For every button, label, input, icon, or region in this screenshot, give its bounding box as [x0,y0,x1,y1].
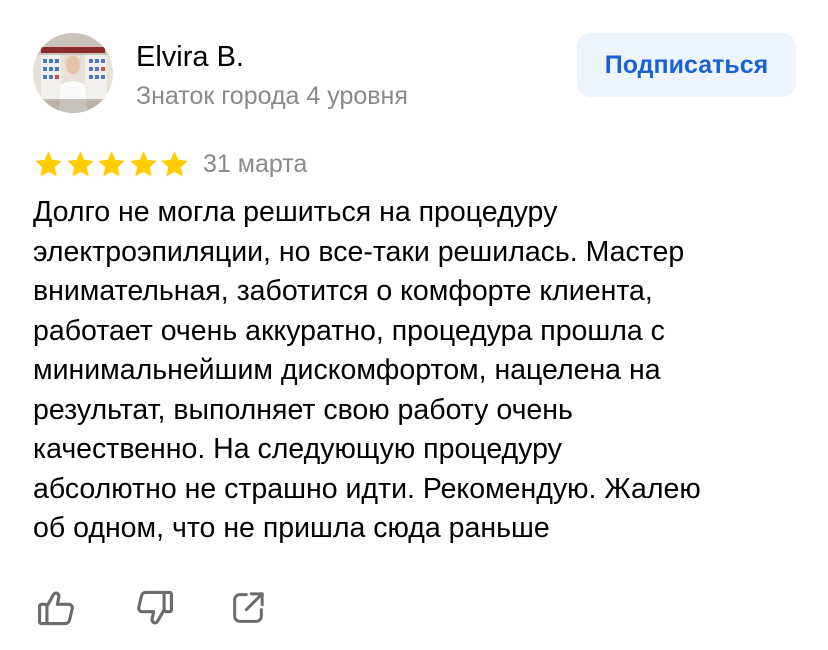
avatar-photo [33,33,113,113]
review-card: Elvira B. Знаток города 4 уровня Подписа… [0,0,828,650]
star-icon [161,150,188,176]
review-text-line: абсолютно не страшно идти. Рекомендую. Ж… [33,472,701,505]
star-rating [33,148,191,180]
review-text-line: электроэпиляции, но все-таки решилась. М… [33,235,685,268]
star-icon [98,150,125,176]
dislike-button[interactable] [130,584,178,632]
review-text: Долго не могла решиться на процедуру эле… [33,193,803,549]
thumbs-up-icon [38,591,74,626]
subscribe-button[interactable]: Подписаться [577,33,796,97]
author-level: Знаток города 4 уровня [136,82,408,110]
share-button[interactable] [224,584,272,632]
star-icon [35,150,62,176]
star-icon [66,150,94,176]
review-text-line: внимательная, заботится о комфорте клиен… [33,275,653,307]
review-text-line: результат, выполняет свою работу очень [33,393,573,426]
star-icon [129,150,157,176]
thumbs-down-icon [137,590,173,625]
review-text-line: Долго не могла решиться на процедуру [33,196,558,228]
like-button[interactable] [33,584,81,632]
review-date: 31 марта [203,150,308,178]
review-text-line: работает очень аккуратно, процедура прош… [33,314,665,347]
author-name[interactable]: Elvira B. [136,40,244,74]
review-text-line: минимальнейшим дискомфортом, нацелена на [33,354,661,386]
share-icon [233,592,264,623]
avatar[interactable] [33,33,113,113]
review-text-line: качественно. На следующую процедуру [33,433,562,465]
review-text-line: об одном, что не пришла сюда раньше [33,512,550,544]
